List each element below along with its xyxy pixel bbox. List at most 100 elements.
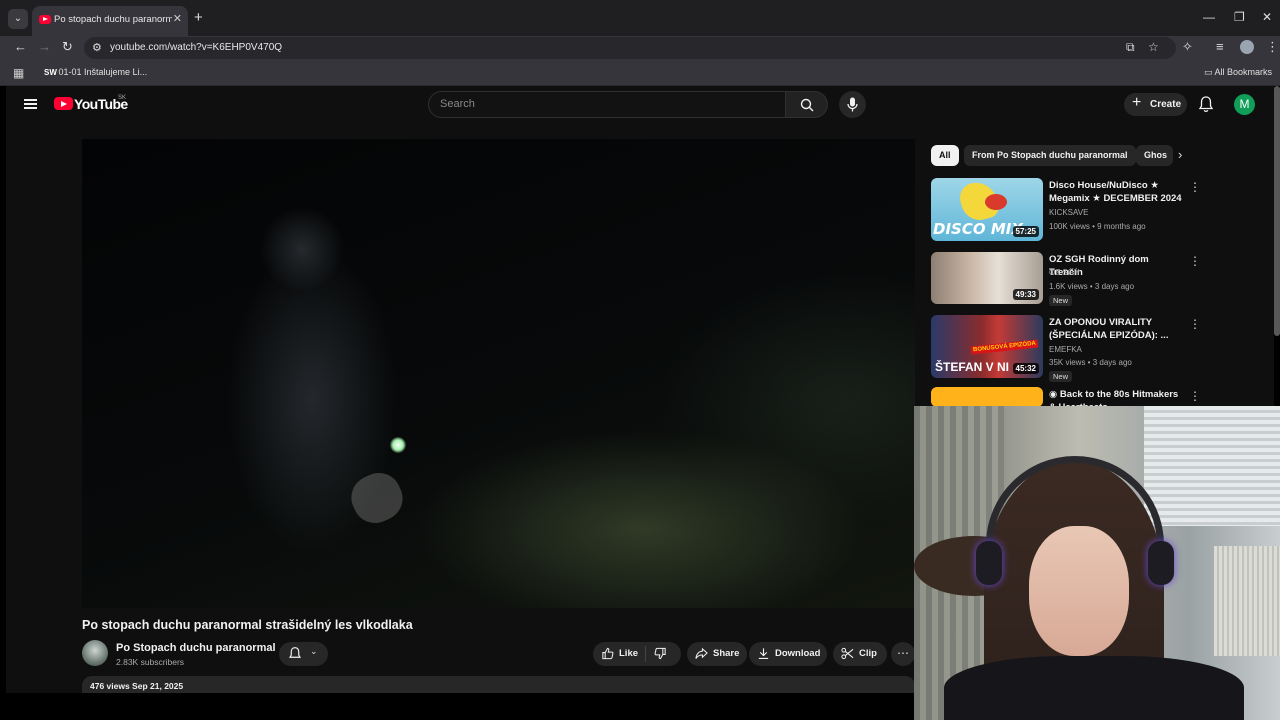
chevron-down-icon: ⌄ [310,646,318,656]
address-bar[interactable]: ⚙ youtube.com/watch?v=K6EHP0V470Q ⧉ ☆ [84,37,1176,59]
video-thumbnail[interactable]: 49:33 [931,252,1043,304]
video-duration: 57:25 [1012,226,1039,237]
restore-icon[interactable]: ❐ [1234,10,1245,24]
recommendation-meta: 100K views • 9 months ago [1049,222,1146,231]
back-arrow-icon[interactable]: ← [14,39,27,54]
voice-search-button[interactable] [839,91,866,118]
hamburger-icon[interactable] [24,99,37,109]
chip-ghost[interactable]: Ghos [1136,145,1173,166]
browser-tab-bar: ⌄ Po stopach duchu paranormal ✕ + — ❐ ✕ [0,0,1280,36]
views-and-date: 476 views Sep 21, 2025 [90,681,184,691]
account-avatar[interactable]: M [1234,94,1255,115]
reload-icon[interactable]: ↻ [62,39,73,55]
tab-list-chevron-down-icon[interactable]: ⌄ [8,9,28,29]
chip-all[interactable]: All [931,145,959,166]
media-controls-icon[interactable]: ≡ [1216,39,1224,54]
video-frame [82,139,915,608]
chevron-right-icon[interactable]: › [1178,147,1182,162]
recommendation-channel[interactable]: KICKSAVE [1049,208,1088,217]
browser-toolbar: ← → ↻ ⚙ youtube.com/watch?v=K6EHP0V470Q … [0,36,1280,60]
bookmark-label: 01-01 Inštalujeme Li... [58,67,148,77]
download-icon [757,647,770,663]
recommendation-item[interactable]: BONUSOVÁ EPIZÓDA ŠTEFAN V NI 45:32 ZA OP… [931,315,1206,382]
browser-tab-active[interactable]: Po stopach duchu paranormal ✕ [32,6,188,36]
thumbs-up-icon[interactable] [601,647,614,663]
video-thumbnail[interactable]: BONUSOVÁ EPIZÓDA ŠTEFAN V NI 45:32 [931,315,1043,378]
country-code: SK [118,95,127,101]
all-bookmarks-label: All Bookmarks [1214,67,1272,77]
headset-earcup [1148,541,1174,585]
thumbnail-figure [985,194,1007,210]
headset-earcup [976,541,1002,585]
recommendation-meta: 35K views • 3 days ago [1049,358,1132,367]
recommendation-item[interactable]: ◉ Back to the 80s Hitmakers & Heartbeats… [931,387,1206,406]
share-label: Share [713,648,740,659]
new-badge: New [1049,295,1073,306]
video-frame-flashlight [390,437,406,453]
profile-avatar-icon[interactable] [1240,40,1254,54]
share-button[interactable]: Share [687,642,747,666]
url-text[interactable]: youtube.com/watch?v=K6EHP0V470Q [110,42,282,53]
search-button[interactable] [786,91,828,118]
video-duration: 45:32 [1012,363,1039,374]
mic-icon [847,97,858,112]
video-thumbnail[interactable]: DISCO MIX.. 57:25 [931,178,1043,241]
bell-icon [1198,96,1214,113]
new-badge: New [1049,371,1073,382]
search-placeholder: Search [440,98,475,110]
install-app-icon[interactable]: ⧉ [1126,40,1135,55]
thumbnail-text: ŠTEFAN V NI [935,360,1010,374]
more-options-icon[interactable]: ⋮ [1189,389,1201,403]
channel-avatar[interactable] [82,640,108,666]
tab-close-icon[interactable]: ✕ [173,12,182,25]
more-options-icon[interactable]: ⋮ [1189,180,1201,194]
more-options-icon[interactable]: ⋮ [1189,317,1201,331]
window-close-icon[interactable]: ✕ [1262,10,1272,24]
notifications-button[interactable] [1198,95,1214,118]
description-box[interactable]: 476 views Sep 21, 2025 [82,676,915,693]
page-scrollbar[interactable] [1274,86,1280,336]
like-label[interactable]: Like [619,648,638,659]
video-thumbnail[interactable] [931,387,1043,406]
create-button[interactable]: + Create [1124,93,1187,116]
bottom-bar [0,693,914,720]
recommendation-channel[interactable]: OZ SGH [1049,268,1080,277]
bookmark-star-icon[interactable]: ☆ [1148,40,1159,54]
site-info-icon[interactable]: ⚙ [92,41,102,54]
minimize-icon[interactable]: — [1203,10,1215,24]
recommendation-item[interactable]: 49:33 OZ SGH Rodinný dom Trenčín OZ SGH … [931,252,1206,316]
forward-arrow-icon[interactable]: → [38,39,51,54]
youtube-logo-icon[interactable] [54,97,73,110]
chip-from-channel[interactable]: From Po Stopach duchu paranormal [964,145,1136,166]
webcam-radiator [1214,546,1280,656]
share-icon [695,647,708,663]
extensions-icon[interactable]: ✧ [1182,39,1193,55]
download-button[interactable]: Download [749,642,827,666]
scissors-icon [841,647,854,663]
video-player[interactable] [82,139,915,608]
search-input[interactable]: Search [428,91,786,118]
browser-menu-icon[interactable]: ⋮ [1266,39,1279,55]
recommendation-item[interactable]: DISCO MIX.. 57:25 Disco House/NuDisco ★ … [931,178,1206,242]
webcam-overlay [914,406,1280,720]
bookmark-item[interactable]: SW 01-01 Inštalujeme Li... [44,67,147,77]
recommendation-title[interactable]: ZA OPONOU VIRALITY (ŠPECIÁLNA EPIZÓDA): … [1049,316,1185,342]
recommendation-title[interactable]: Disco House/NuDisco ★ Megamix ★ DECEMBER… [1049,179,1185,206]
new-tab-plus-icon[interactable]: + [194,9,203,26]
folder-icon: ▭ [1203,67,1213,77]
subscriber-count: 2.83K subscribers [116,657,185,667]
like-dislike-group: Like [593,642,681,666]
apps-grid-icon[interactable]: ▦ [13,66,24,80]
recommendation-channel[interactable]: EMEFKA [1049,345,1082,354]
subscription-notification-button[interactable]: ⌄ [279,642,328,666]
bookmark-favicon-icon: SW [44,68,57,77]
channel-name[interactable]: Po Stopach duchu paranormal [116,642,276,654]
more-options-icon[interactable]: ⋮ [1189,254,1201,268]
thumbs-down-icon[interactable] [654,647,667,663]
all-bookmarks[interactable]: ▭ All Bookmarks [1204,67,1272,78]
more-actions-icon[interactable]: ⋯ [891,642,915,666]
download-label: Download [775,648,821,659]
webcam-window-blinds [1144,406,1280,526]
recommendation-title[interactable]: ◉ Back to the 80s Hitmakers & Heartbeats [1049,388,1185,406]
clip-button[interactable]: Clip [833,642,887,666]
